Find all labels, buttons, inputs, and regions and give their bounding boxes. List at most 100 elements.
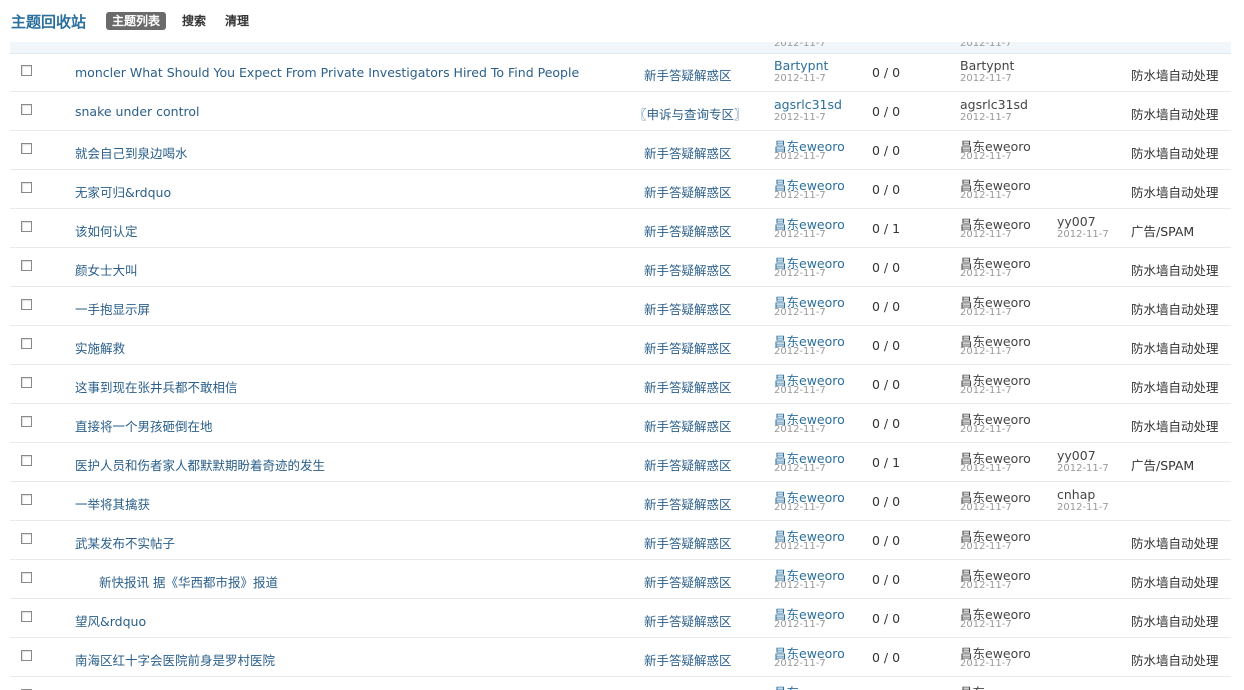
topic-subject-link[interactable]: moncler What Should You Expect From Priv…: [75, 65, 579, 80]
last-post-date: 2012-11-7: [960, 268, 1012, 279]
topic-subject-link[interactable]: 武某发布不实帖子: [75, 533, 175, 552]
row-checkbox[interactable]: [21, 533, 32, 544]
forum-link[interactable]: 新手答疑解惑区: [644, 650, 732, 669]
topic-subject-link[interactable]: 无家可归&rdquo: [75, 182, 171, 201]
reply-view-counts: 0 / 0: [872, 650, 901, 665]
operator-date: 2012-11-7: [1057, 463, 1109, 474]
forum-link[interactable]: 〖申诉与查询专区〗: [634, 104, 747, 123]
operator-name: cnhap: [1057, 487, 1096, 502]
row-checkbox[interactable]: [21, 299, 32, 310]
author-link[interactable]: Bartypnt: [774, 58, 828, 73]
topic-list: 2012-11-7 2012-11-7 moncler What Should …: [10, 42, 1231, 690]
forum-link[interactable]: 新手答疑解惑区: [644, 299, 732, 318]
topic-subject-link[interactable]: 实施解救: [75, 338, 125, 357]
last-post-date: 2012-11-7: [960, 151, 1012, 162]
topic-subject-link[interactable]: 一手抱显示屏: [75, 299, 150, 318]
topic-subject-link[interactable]: 一举将其擒获: [75, 494, 150, 513]
partial-last-date: 2012-11-7: [960, 42, 1012, 49]
row-checkbox[interactable]: [21, 377, 32, 388]
delete-reason: 防水墙自动处理: [1131, 68, 1219, 83]
row-checkbox[interactable]: [21, 104, 32, 115]
row-checkbox[interactable]: [21, 182, 32, 193]
row-checkbox[interactable]: [21, 611, 32, 622]
table-row: 一手抱显示屏 新手答疑解惑区 昌东eweoro 2012-11-7 0 / 0 昌东ewe…: [10, 287, 1231, 326]
row-checkbox[interactable]: [21, 221, 32, 232]
author-date: 2012-11-7: [774, 190, 826, 201]
reply-view-counts: 0 / 0: [872, 494, 901, 509]
topic-subject-link[interactable]: 直接将一个男孩砸倒在地: [75, 416, 213, 435]
forum-link[interactable]: 新手答疑解惑区: [644, 221, 732, 240]
author-date: 2012-11-7: [774, 463, 826, 474]
topic-subject-link[interactable]: 南海区红十字会医院前身是罗村医院: [75, 650, 275, 669]
reply-view-counts: 0 / 1: [872, 221, 901, 236]
forum-link[interactable]: 新手答疑解惑区: [644, 182, 732, 201]
row-checkbox[interactable]: [21, 338, 32, 349]
forum-link[interactable]: 新手答疑解惑区: [644, 143, 732, 162]
last-post-author: 昌东eweoro: [960, 682, 1031, 690]
forum-link[interactable]: 新手答疑解惑区: [644, 338, 732, 357]
tab-search[interactable]: 搜索: [182, 12, 206, 30]
forum-link[interactable]: 新手答疑解惑区: [644, 611, 732, 630]
topic-subject-link[interactable]: 该如何认定: [75, 221, 138, 240]
delete-reason: 防水墙自动处理: [1131, 614, 1219, 629]
tab-topic-list[interactable]: 主题列表: [106, 12, 167, 30]
row-checkbox[interactable]: [21, 650, 32, 661]
reply-view-counts: 0 / 1: [872, 455, 901, 470]
forum-link[interactable]: 新手答疑解惑区: [644, 455, 732, 474]
forum-link[interactable]: 新手答疑解惑区: [644, 416, 732, 435]
reply-view-counts: 0 / 0: [872, 572, 901, 587]
tab-cleanup[interactable]: 清理: [225, 12, 249, 30]
table-row: 望风&rdquo 新手答疑解惑区 昌东eweoro 2012-11-7 0 / 0 昌东e…: [10, 599, 1231, 638]
last-post-date: 2012-11-7: [960, 502, 1012, 513]
operator-date: 2012-11-7: [1057, 502, 1109, 513]
row-checkbox[interactable]: [21, 494, 32, 505]
author-date: 2012-11-7: [774, 658, 826, 669]
forum-link[interactable]: 新手答疑解惑区: [644, 533, 732, 552]
reply-view-counts: 0 / 0: [872, 533, 901, 548]
row-checkbox[interactable]: [21, 416, 32, 427]
topic-subject-link[interactable]: 就会自己到泉边喝水: [75, 143, 188, 162]
reply-view-counts: 0 / 0: [872, 65, 901, 80]
last-post-date: 2012-11-7: [960, 385, 1012, 396]
topic-subject-link[interactable]: snake under control: [75, 104, 199, 119]
table-row: moncler What Should You Expect From Priv…: [10, 53, 1231, 92]
reply-view-counts: 0 / 0: [872, 104, 901, 119]
table-row: 该如何认定 新手答疑解惑区 昌东eweoro 2012-11-7 0 / 1 昌东eweo…: [10, 209, 1231, 248]
author-link[interactable]: 昌东eweoro: [774, 682, 845, 690]
delete-reason: 防水墙自动处理: [1131, 341, 1219, 356]
operator-name: yy007: [1057, 448, 1096, 463]
last-post-author: Bartypnt: [960, 58, 1015, 73]
delete-reason: 防水墙自动处理: [1131, 302, 1219, 317]
delete-reason: 防水墙自动处理: [1131, 263, 1219, 278]
last-post-date: 2012-11-7: [960, 307, 1012, 318]
row-checkbox[interactable]: [21, 260, 32, 271]
row-checkbox[interactable]: [21, 65, 32, 76]
topic-subject-link[interactable]: 望风&rdquo: [75, 611, 146, 630]
reply-view-counts: 0 / 0: [872, 143, 901, 158]
author-date: 2012-11-7: [774, 229, 826, 240]
delete-reason: 防水墙自动处理: [1131, 107, 1219, 122]
author-date: 2012-11-7: [774, 307, 826, 318]
topic-subject-link[interactable]: 这事到现在张井兵都不敢相信: [75, 377, 238, 396]
topic-subject-link[interactable]: 医护人员和伤者家人都默默期盼着奇迹的发生: [75, 455, 325, 474]
forum-link[interactable]: 新手答疑解惑区: [644, 377, 732, 396]
delete-reason: 广告/SPAM: [1131, 458, 1195, 473]
row-checkbox[interactable]: [21, 143, 32, 154]
topic-subject-link[interactable]: 新快报讯 据《华西都市报》报道: [99, 572, 278, 591]
row-checkbox[interactable]: [21, 572, 32, 583]
last-post-author: agsrlc31sd: [960, 97, 1028, 112]
reply-view-counts: 0 / 0: [872, 338, 901, 353]
forum-link[interactable]: 新手答疑解惑区: [644, 260, 732, 279]
operator-date: 2012-11-7: [1057, 229, 1109, 240]
table-row: 一举将其擒获 新手答疑解惑区 昌东eweoro 2012-11-7 0 / 0 昌东ewe…: [10, 482, 1231, 521]
author-date: 2012-11-7: [774, 112, 826, 123]
topic-subject-link[interactable]: 颜女士大叫: [75, 260, 138, 279]
forum-link[interactable]: 新手答疑解惑区: [644, 572, 732, 591]
table-row: 新快报讯 据《华西都市报》报道 新手答疑解惑区 昌东eweoro 2012-11-7 0…: [10, 560, 1231, 599]
author-link[interactable]: agsrlc31sd: [774, 97, 842, 112]
forum-link[interactable]: 新手答疑解惑区: [644, 65, 732, 84]
partial-author-date: 2012-11-7: [774, 42, 826, 49]
forum-link[interactable]: 新手答疑解惑区: [644, 494, 732, 513]
row-checkbox[interactable]: [21, 455, 32, 466]
table-row: 就会自己到泉边喝水 新手答疑解惑区 昌东eweoro 2012-11-7 0 / 0 昌东…: [10, 131, 1231, 170]
